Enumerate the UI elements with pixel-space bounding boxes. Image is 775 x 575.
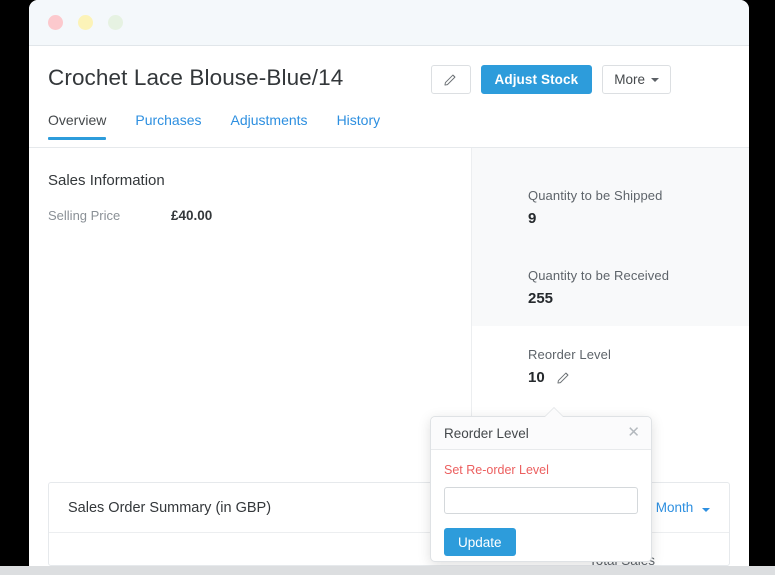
selling-price-value: £40.00 [171, 208, 213, 223]
more-button-label: More [614, 72, 645, 87]
popover-arrow-inner [545, 408, 563, 417]
tab-purchases[interactable]: Purchases [135, 109, 201, 139]
selling-price-row: Selling Price £40.00 [29, 189, 471, 223]
popover-title: Reorder Level [444, 425, 529, 441]
tab-bar: Overview Purchases Adjustments History [29, 109, 749, 148]
page-header: Crochet Lace Blouse-Blue/14 Adjust Stock… [29, 46, 749, 109]
reorder-level-value-row: 10 [528, 369, 611, 386]
tab-overview[interactable]: Overview [48, 109, 107, 140]
reorder-level-label: Reorder Level [528, 347, 611, 362]
header-actions: Adjust Stock More [430, 65, 671, 94]
close-icon[interactable]: ✕ [627, 425, 640, 440]
quantity-to-be-received-label: Quantity to be Received [528, 268, 670, 283]
sales-information-title: Sales Information [48, 172, 165, 189]
quantity-to-be-received-value: 255 [528, 290, 554, 307]
minimize-window-button[interactable] [78, 15, 93, 30]
set-reorder-level-label: Set Re-order Level [444, 463, 549, 477]
chevron-down-icon [702, 508, 710, 512]
screenshot-stage: Crochet Lace Blouse-Blue/14 Adjust Stock… [0, 0, 775, 575]
popover-body: Set Re-order Level Update [431, 450, 651, 556]
selling-price-label: Selling Price [48, 208, 121, 223]
page-title: Crochet Lace Blouse-Blue/14 [48, 64, 344, 90]
quantity-to-be-shipped-stat: Quantity to be Shipped 9 [472, 188, 662, 227]
close-window-button[interactable] [48, 15, 63, 30]
tab-adjustments[interactable]: Adjustments [231, 109, 308, 139]
reorder-level-popover: Reorder Level ✕ Set Re-order Level Updat… [430, 407, 652, 562]
chevron-down-icon [651, 77, 659, 82]
quantity-to-be-received-stat: Quantity to be Received 255 [472, 268, 669, 307]
maximize-window-button[interactable] [108, 15, 123, 30]
reorder-level-value: 10 [528, 369, 545, 386]
edit-item-button[interactable] [430, 65, 471, 94]
adjust-stock-button[interactable]: Adjust Stock [480, 65, 593, 94]
update-button[interactable]: Update [444, 528, 516, 556]
reorder-level-input[interactable] [444, 487, 638, 514]
app-window: Crochet Lace Blouse-Blue/14 Adjust Stock… [29, 0, 749, 566]
quantity-to-be-shipped-label: Quantity to be Shipped [528, 188, 663, 203]
quantity-to-be-shipped-value: 9 [528, 210, 537, 227]
more-button[interactable]: More [602, 65, 671, 94]
pencil-icon [444, 74, 456, 86]
popover-header: Reorder Level ✕ [431, 417, 651, 450]
edit-reorder-level-icon[interactable] [556, 370, 571, 385]
sales-order-summary-title: Sales Order Summary (in GBP) [68, 499, 272, 516]
window-bottom-strip [0, 566, 775, 575]
reorder-level-stat: Reorder Level 10 [472, 347, 611, 386]
window-titlebar [29, 0, 749, 46]
tab-history[interactable]: History [337, 109, 381, 139]
